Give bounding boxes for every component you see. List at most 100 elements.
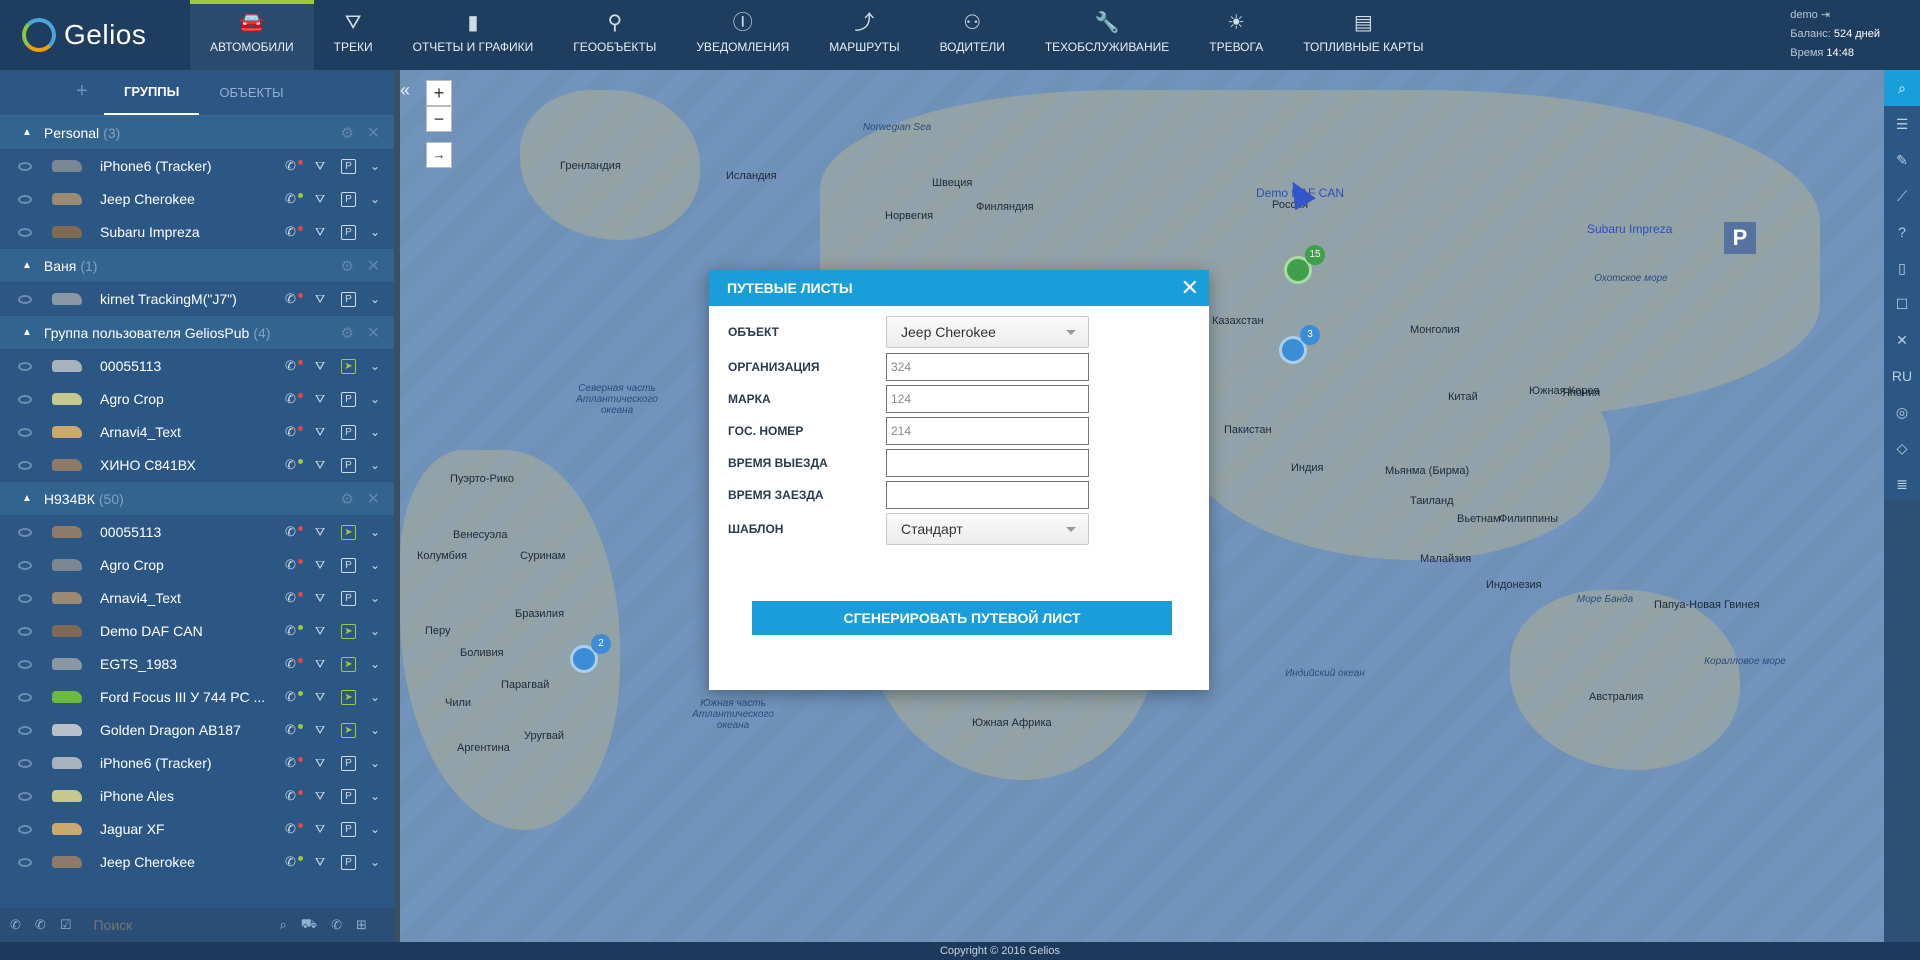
list-item[interactable]: iPhone6 (Tracker) ✆ ⛛ P ⌄ (0, 747, 394, 780)
parking-icon[interactable]: P (340, 224, 356, 240)
phone-filter-icon[interactable]: ✆ (331, 917, 342, 933)
list-item[interactable]: Arnavi4_Text ✆ ⛛ P ⌄ (0, 416, 394, 449)
track-icon[interactable]: ⛛ (315, 525, 327, 540)
close-icon[interactable]: ✕ (367, 123, 380, 143)
group-row[interactable]: ▲ Группа пользователя GeliosPub (4) ⚙ ✕ (0, 316, 394, 350)
tool-help[interactable]: ? (1884, 214, 1920, 250)
object-select[interactable]: Jeep Cherokee (886, 316, 1089, 348)
moving-icon[interactable]: ➤ (340, 358, 356, 374)
signal-icon[interactable]: ✆ (285, 590, 303, 606)
nav-item-chart[interactable]: ▮ Отчеты и графики (393, 0, 554, 70)
list-item[interactable]: kirnet TrackingM("J7") ✆ ⛛ P ⌄ (0, 283, 394, 316)
tool-bulb[interactable]: ◎ (1884, 394, 1920, 430)
group-row[interactable]: ▲ Ваня (1) ⚙ ✕ (0, 249, 394, 283)
list-item[interactable]: Subaru Impreza ✆ ⛛ P ⌄ (0, 216, 394, 249)
track-icon[interactable]: ⛛ (315, 392, 327, 407)
list-item[interactable]: 00055113 ✆ ⛛ ➤ ⌄ (0, 350, 394, 383)
chevron-down-icon[interactable]: ⌄ (370, 359, 380, 373)
parking-icon[interactable]: P (340, 854, 356, 870)
tool-search[interactable]: ⌕ (1884, 70, 1920, 106)
signal-icon[interactable]: ✆ (285, 424, 303, 440)
username[interactable]: demo (1790, 9, 1818, 21)
eye-icon[interactable] (18, 725, 32, 735)
track-icon[interactable]: ⛛ (315, 192, 327, 207)
track-icon[interactable]: ⛛ (315, 756, 327, 771)
tool-document[interactable]: ▯ (1884, 250, 1920, 286)
eye-icon[interactable] (18, 824, 32, 834)
signal-icon[interactable]: ✆ (285, 821, 303, 837)
list-item[interactable]: Golden Dragon АВ187 ✆ ⛛ ➤ ⌄ (0, 714, 394, 747)
vehicle-cluster[interactable]: 2 (570, 634, 611, 673)
signal-icon[interactable]: ✆ (285, 854, 303, 870)
chevron-down-icon[interactable]: ⌄ (370, 855, 380, 869)
chevron-down-icon[interactable]: ⌄ (370, 525, 380, 539)
track-icon[interactable]: ⛛ (315, 458, 327, 473)
eye-icon[interactable] (18, 758, 32, 768)
nav-item-location-pin[interactable]: ⚲ Геообъекты (553, 0, 676, 70)
chevron-down-icon[interactable]: ⌄ (370, 624, 380, 638)
moving-icon[interactable]: ➤ (340, 623, 356, 639)
map-vehicle-label[interactable]: Subaru Impreza (1587, 222, 1672, 236)
list-item[interactable]: Jeep Cherokee ✆ ⛛ P ⌄ (0, 846, 394, 879)
collapse-triangle-icon[interactable]: ▲ (22, 127, 32, 138)
signal-icon[interactable]: ✆ (285, 788, 303, 804)
tool-tools[interactable]: ✕ (1884, 322, 1920, 358)
close-icon[interactable]: ✕ (1181, 270, 1199, 306)
close-icon[interactable]: ✕ (367, 323, 380, 343)
signal-icon[interactable]: ✆ (285, 457, 303, 473)
eye-icon[interactable] (18, 361, 32, 371)
gear-icon[interactable]: ⚙ (341, 490, 354, 508)
template-select[interactable]: Стандарт (886, 513, 1089, 545)
track-icon[interactable]: ⛛ (315, 591, 327, 606)
eye-icon[interactable] (18, 659, 32, 669)
tab-groups[interactable]: ГРУППЫ (104, 70, 200, 115)
signal-icon[interactable]: ✆ (285, 689, 303, 705)
list-item[interactable]: 00055113 ✆ ⛛ ➤ ⌄ (0, 516, 394, 549)
parking-icon[interactable]: P (340, 590, 356, 606)
route-arrow-button[interactable]: → (426, 142, 452, 168)
grid-filter-icon[interactable]: ⊞ (356, 917, 367, 933)
parking-icon[interactable]: P (340, 755, 356, 771)
nav-item-person[interactable]: ⚇ Водители (920, 0, 1025, 70)
gear-icon[interactable]: ⚙ (341, 324, 354, 342)
moving-icon[interactable]: ➤ (340, 524, 356, 540)
signal-icon[interactable]: ✆ (285, 656, 303, 672)
close-icon[interactable]: ✕ (367, 256, 380, 276)
signal-icon[interactable]: ✆ (285, 524, 303, 540)
nav-item-car[interactable]: 🚘 Автомобили (190, 0, 314, 70)
list-item[interactable]: Demo DAF CAN ✆ ⛛ ➤ ⌄ (0, 615, 394, 648)
tool-drop[interactable]: ◇ (1884, 430, 1920, 466)
plate-input[interactable]: 214 (886, 417, 1089, 445)
track-icon[interactable]: ⛛ (315, 855, 327, 870)
parking-icon[interactable]: P (340, 788, 356, 804)
collapse-triangle-icon[interactable]: ▲ (22, 260, 32, 271)
logo[interactable]: Gelios (0, 0, 190, 70)
chevron-down-icon[interactable]: ⌄ (370, 392, 380, 406)
track-icon[interactable]: ⛛ (315, 690, 327, 705)
tool-chat[interactable]: ☐ (1884, 286, 1920, 322)
parking-icon[interactable]: P (340, 424, 356, 440)
signal-icon[interactable]: ✆ (285, 722, 303, 738)
signal-icon[interactable]: ✆ (285, 291, 303, 307)
parking-icon[interactable]: P (340, 557, 356, 573)
search-input[interactable] (85, 913, 266, 937)
tool-list[interactable]: ☰ (1884, 106, 1920, 142)
nav-item-fuel-card[interactable]: ▤ Топливные карты (1283, 0, 1443, 70)
list-item[interactable]: Arnavi4_Text ✆ ⛛ P ⌄ (0, 582, 394, 615)
track-icon[interactable]: ⛛ (315, 159, 327, 174)
track-icon[interactable]: ⛛ (315, 822, 327, 837)
eye-icon[interactable] (18, 857, 32, 867)
tool-language[interactable]: RU (1884, 358, 1920, 394)
chevron-down-icon[interactable]: ⌄ (370, 723, 380, 737)
signal-icon[interactable]: ✆ (285, 358, 303, 374)
signal-filter-icon[interactable]: ✆ (35, 917, 46, 933)
tool-edit[interactable]: ✎ (1884, 142, 1920, 178)
signal-filter-red-icon[interactable]: ✆ (10, 917, 21, 933)
depart-time-input[interactable] (886, 449, 1089, 477)
brand-input[interactable]: 124 (886, 385, 1089, 413)
eye-icon[interactable] (18, 161, 32, 171)
nav-item-wrench[interactable]: 🔧 Техобслуживание (1025, 0, 1189, 70)
nav-item-route[interactable]: ⤴ Маршруты (809, 0, 919, 70)
list-item[interactable]: iPhone6 (Tracker) ✆ ⛛ P ⌄ (0, 150, 394, 183)
parking-icon[interactable]: P (340, 291, 356, 307)
